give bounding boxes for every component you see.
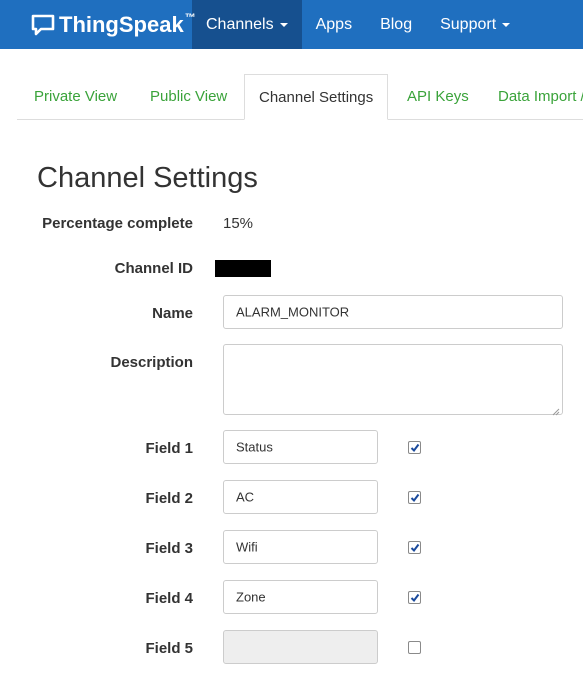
field-1-value: Status [236, 439, 273, 455]
brand-trademark: ™ [184, 11, 196, 24]
tab-private-view[interactable]: Private View [34, 74, 117, 119]
percentage-value: 15% [223, 215, 254, 232]
field-1-checkbox[interactable] [408, 441, 421, 454]
nav-apps-label: Apps [315, 15, 353, 33]
percentage-label: Percentage complete [42, 215, 193, 232]
nav-channels-label: Channels [206, 15, 274, 33]
tab-public-view[interactable]: Public View [150, 74, 227, 119]
resize-grip-icon[interactable] [552, 404, 560, 416]
tab-api-keys[interactable]: API Keys [407, 74, 469, 119]
name-input-value: ALARM_MONITOR [236, 304, 350, 320]
nav-channels[interactable]: Channels [192, 0, 302, 49]
field-4-input[interactable]: Zone [223, 580, 378, 614]
field-3-input[interactable]: Wifi [223, 530, 378, 564]
tab-channel-settings[interactable]: Channel Settings [244, 74, 389, 120]
nav-blog-label: Blog [380, 15, 413, 33]
channel-id-redacted [215, 260, 271, 277]
field-2-label: Field 2 [145, 490, 193, 507]
field-5-checkbox[interactable] [408, 641, 421, 654]
description-textarea[interactable] [223, 344, 563, 416]
field-2-checkbox[interactable] [408, 491, 421, 504]
field-1-input[interactable]: Status [223, 430, 378, 464]
nav-blog[interactable]: Blog [366, 0, 426, 49]
field-4-checkbox[interactable] [408, 591, 421, 604]
nav-apps[interactable]: Apps [302, 0, 366, 49]
checkmark-icon [410, 493, 420, 503]
top-navbar: ThingSpeak ™ Channels Apps Blog Support [0, 0, 583, 49]
field-1-label: Field 1 [145, 440, 193, 457]
description-label: Description [110, 354, 193, 371]
speech-bubble-icon [31, 14, 55, 36]
field-4-label: Field 4 [145, 590, 193, 607]
caret-down-icon [279, 22, 288, 27]
field-5-label: Field 5 [145, 640, 193, 657]
nav-support-label: Support [440, 15, 497, 33]
brand-name: ThingSpeak [59, 11, 184, 37]
field-3-checkbox[interactable] [408, 541, 421, 554]
name-label: Name [152, 305, 193, 322]
field-5-input[interactable] [223, 630, 378, 664]
tab-data-import[interactable]: Data Import / [498, 74, 583, 119]
page-title: Channel Settings [37, 162, 258, 194]
name-input[interactable]: ALARM_MONITOR [223, 295, 563, 329]
caret-down-icon [502, 22, 511, 27]
field-3-label: Field 3 [145, 540, 193, 557]
channel-tabs: Private View Public View Channel Setting… [17, 74, 583, 120]
nav-support[interactable]: Support [426, 0, 524, 49]
field-2-input[interactable]: AC [223, 480, 378, 514]
channel-id-label: Channel ID [114, 260, 193, 277]
checkmark-icon [410, 593, 420, 603]
checkmark-icon [410, 543, 420, 553]
field-2-value: AC [236, 489, 255, 505]
field-4-value: Zone [236, 589, 266, 605]
field-3-value: Wifi [236, 539, 258, 555]
brand-logo[interactable]: ThingSpeak ™ [0, 0, 196, 49]
checkmark-icon [410, 443, 420, 453]
